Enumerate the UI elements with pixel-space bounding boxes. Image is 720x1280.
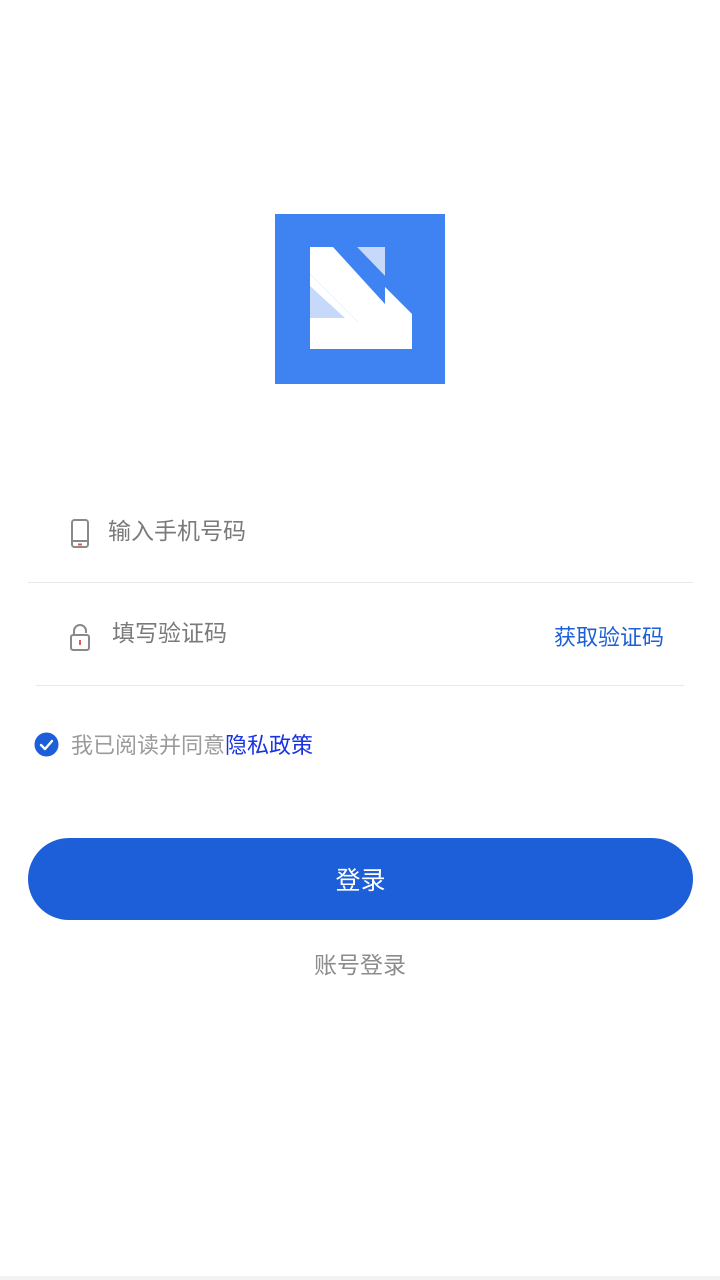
- phone-icon: [71, 519, 89, 548]
- app-logo: [275, 214, 445, 384]
- login-button[interactable]: 登录: [28, 838, 693, 920]
- lock-icon: [70, 624, 90, 651]
- phone-field: [28, 490, 693, 583]
- check-icon[interactable]: [34, 732, 59, 757]
- login-page: 获取验证码 我已阅读并同意隐私政策 登录 账号登录: [0, 0, 720, 1280]
- code-input[interactable]: [112, 612, 492, 656]
- agreement-text: 我已阅读并同意: [71, 734, 226, 759]
- privacy-policy-link[interactable]: 隐私政策: [225, 728, 313, 760]
- agreement-row: 我已阅读并同意 隐私政策: [34, 728, 313, 760]
- bottom-divider: [0, 1276, 720, 1280]
- code-field: 获取验证码: [36, 596, 684, 686]
- get-code-button[interactable]: 获取验证码: [554, 620, 664, 652]
- phone-input[interactable]: [108, 510, 648, 554]
- account-login-link[interactable]: 账号登录: [0, 946, 720, 980]
